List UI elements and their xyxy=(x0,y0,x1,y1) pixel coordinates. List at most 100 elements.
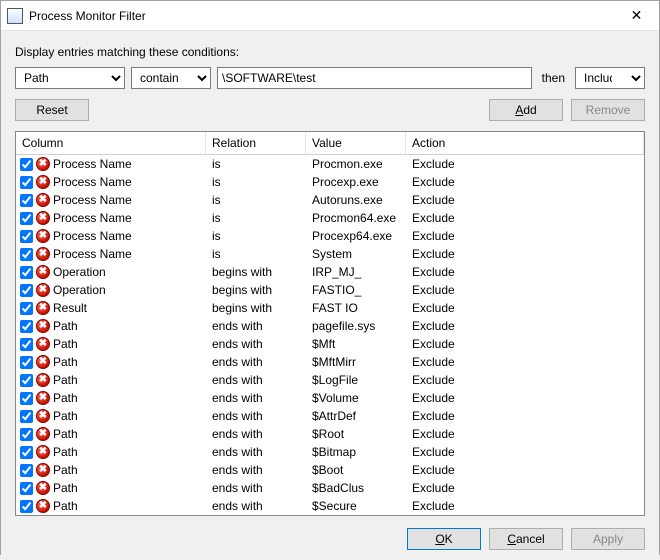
table-row[interactable]: ✖Operationbegins withFASTIO_Exclude xyxy=(16,281,644,299)
rule-checkbox[interactable] xyxy=(20,356,33,369)
filter-action-select[interactable]: Include xyxy=(575,67,645,89)
table-row[interactable]: ✖Process NameisProcmon64.exeExclude xyxy=(16,209,644,227)
table-row[interactable]: ✖Pathends with$RootExclude xyxy=(16,425,644,443)
table-row[interactable]: ✖Process NameisProcexp64.exeExclude xyxy=(16,227,644,245)
rule-relation: ends with xyxy=(206,463,306,477)
rule-checkbox[interactable] xyxy=(20,194,33,207)
rule-checkbox[interactable] xyxy=(20,338,33,351)
rule-relation: is xyxy=(206,193,306,207)
rules-list-body[interactable]: ✖Process NameisProcmon.exeExclude✖Proces… xyxy=(16,155,644,515)
rule-relation: ends with xyxy=(206,355,306,369)
rule-checkbox[interactable] xyxy=(20,320,33,333)
filter-relation-select[interactable]: contains xyxy=(131,67,211,89)
header-column[interactable]: Column xyxy=(16,132,206,154)
rule-relation: ends with xyxy=(206,391,306,405)
rule-column: Process Name xyxy=(53,247,132,261)
header-value[interactable]: Value xyxy=(306,132,406,154)
rule-column: Operation xyxy=(53,283,106,297)
rule-value: $BadClus xyxy=(306,481,406,495)
table-row[interactable]: ✖Process NameisAutoruns.exeExclude xyxy=(16,191,644,209)
filter-column-select[interactable]: Path xyxy=(15,67,125,89)
filter-value-input[interactable] xyxy=(217,67,532,89)
table-row[interactable]: ✖Operationbegins withIRP_MJ_Exclude xyxy=(16,263,644,281)
exclude-icon: ✖ xyxy=(36,301,50,315)
rule-value: Procmon64.exe xyxy=(306,211,406,225)
cancel-button[interactable]: Cancel xyxy=(489,528,563,550)
rule-action: Exclude xyxy=(406,229,644,243)
remove-button[interactable]: Remove xyxy=(571,99,645,121)
rule-column: Process Name xyxy=(53,211,132,225)
exclude-icon: ✖ xyxy=(36,427,50,441)
rule-value: $Volume xyxy=(306,391,406,405)
ok-button[interactable]: OK xyxy=(407,528,481,550)
rule-column: Process Name xyxy=(53,193,132,207)
rule-value: Procmon.exe xyxy=(306,157,406,171)
table-row[interactable]: ✖Pathends with$MftMirrExclude xyxy=(16,353,644,371)
rule-checkbox[interactable] xyxy=(20,158,33,171)
rule-checkbox[interactable] xyxy=(20,392,33,405)
rule-value: $AttrDef xyxy=(306,409,406,423)
rule-column: Operation xyxy=(53,265,106,279)
rules-list-header[interactable]: Column Relation Value Action xyxy=(16,132,644,155)
table-row[interactable]: ✖Pathends with$BootExclude xyxy=(16,461,644,479)
rule-relation: begins with xyxy=(206,265,306,279)
rule-checkbox[interactable] xyxy=(20,500,33,513)
rule-checkbox[interactable] xyxy=(20,284,33,297)
reset-button[interactable]: Reset xyxy=(15,99,89,121)
table-row[interactable]: ✖Pathends with$BadClusExclude xyxy=(16,479,644,497)
rule-column: Path xyxy=(53,463,78,477)
rule-checkbox[interactable] xyxy=(20,302,33,315)
rule-value: FASTIO_ xyxy=(306,283,406,297)
exclude-icon: ✖ xyxy=(36,373,50,387)
rule-checkbox[interactable] xyxy=(20,410,33,423)
exclude-icon: ✖ xyxy=(36,463,50,477)
table-row[interactable]: ✖Process NameisProcmon.exeExclude xyxy=(16,155,644,173)
table-row[interactable]: ✖Pathends with$VolumeExclude xyxy=(16,389,644,407)
table-row[interactable]: ✖Resultbegins withFAST IOExclude xyxy=(16,299,644,317)
table-row[interactable]: ✖Pathends with$SecureExclude xyxy=(16,497,644,515)
rule-checkbox[interactable] xyxy=(20,266,33,279)
rule-checkbox[interactable] xyxy=(20,248,33,261)
header-action[interactable]: Action xyxy=(406,132,644,154)
rules-list[interactable]: Column Relation Value Action ✖Process Na… xyxy=(15,131,645,516)
table-row[interactable]: ✖Process NameisSystemExclude xyxy=(16,245,644,263)
table-row[interactable]: ✖Pathends withpagefile.sysExclude xyxy=(16,317,644,335)
app-icon xyxy=(7,8,23,24)
rule-action: Exclude xyxy=(406,157,644,171)
rule-checkbox[interactable] xyxy=(20,446,33,459)
table-row[interactable]: ✖Pathends with$BitmapExclude xyxy=(16,443,644,461)
then-label: then xyxy=(538,71,569,85)
rule-relation: is xyxy=(206,211,306,225)
titlebar[interactable]: Process Monitor Filter ✕ xyxy=(1,1,659,31)
exclude-icon: ✖ xyxy=(36,499,50,513)
rule-relation: ends with xyxy=(206,427,306,441)
exclude-icon: ✖ xyxy=(36,247,50,261)
rule-relation: is xyxy=(206,247,306,261)
rule-checkbox[interactable] xyxy=(20,176,33,189)
rule-checkbox[interactable] xyxy=(20,464,33,477)
rule-action: Exclude xyxy=(406,445,644,459)
rule-checkbox[interactable] xyxy=(20,428,33,441)
table-row[interactable]: ✖Process NameisProcexp.exeExclude xyxy=(16,173,644,191)
add-button[interactable]: Add xyxy=(489,99,563,121)
header-relation[interactable]: Relation xyxy=(206,132,306,154)
rule-action: Exclude xyxy=(406,301,644,315)
rule-column: Path xyxy=(53,355,78,369)
rule-checkbox[interactable] xyxy=(20,374,33,387)
table-row[interactable]: ✖Pathends with$LogFileExclude xyxy=(16,371,644,389)
rule-action: Exclude xyxy=(406,427,644,441)
close-button[interactable]: ✕ xyxy=(614,1,659,30)
exclude-icon: ✖ xyxy=(36,211,50,225)
rule-relation: begins with xyxy=(206,301,306,315)
rule-value: IRP_MJ_ xyxy=(306,265,406,279)
apply-button[interactable]: Apply xyxy=(571,528,645,550)
rule-relation: ends with xyxy=(206,445,306,459)
rule-action: Exclude xyxy=(406,355,644,369)
table-row[interactable]: ✖Pathends with$MftExclude xyxy=(16,335,644,353)
rule-checkbox[interactable] xyxy=(20,482,33,495)
rule-checkbox[interactable] xyxy=(20,212,33,225)
rule-checkbox[interactable] xyxy=(20,230,33,243)
table-row[interactable]: ✖Pathends with$AttrDefExclude xyxy=(16,407,644,425)
exclude-icon: ✖ xyxy=(36,157,50,171)
rule-value: $LogFile xyxy=(306,373,406,387)
